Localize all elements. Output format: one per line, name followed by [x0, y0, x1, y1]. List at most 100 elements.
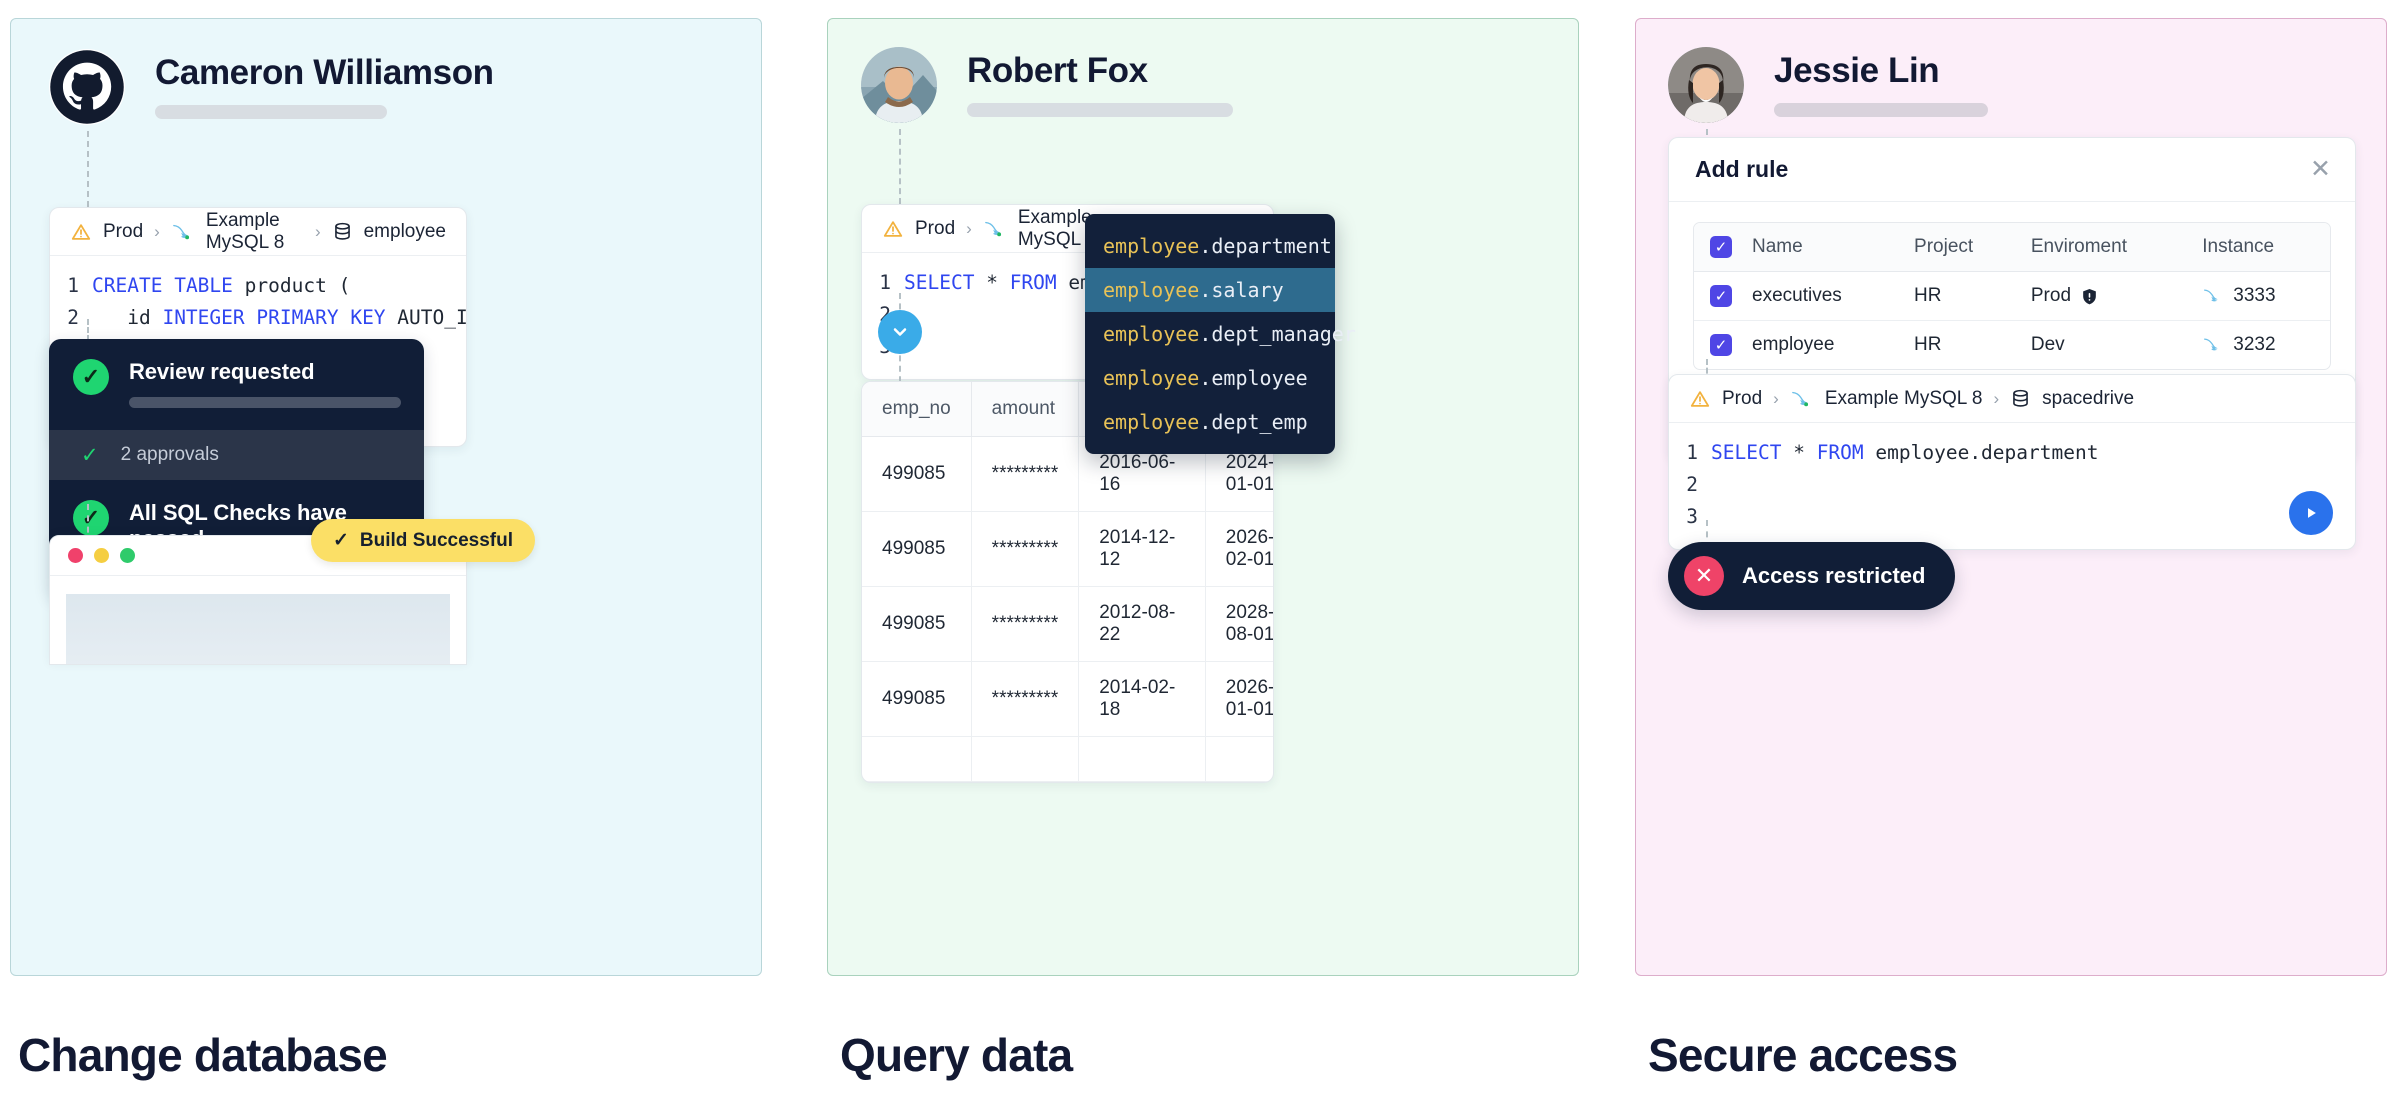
- breadcrumb-separator-2: ›: [1994, 389, 2000, 409]
- select-all-checkbox[interactable]: ✓: [1710, 236, 1732, 258]
- panel1-person-header: Cameron Williamson: [49, 49, 494, 125]
- autocomplete-option[interactable]: employee.dept_manager: [1085, 312, 1335, 356]
- column-header[interactable]: emp_no: [862, 382, 971, 437]
- breadcrumb-connection[interactable]: Example MySQL 8: [1825, 388, 1983, 410]
- table-row-skeleton: [862, 737, 1274, 782]
- access-restricted-label: Access restricted: [1742, 563, 1925, 589]
- cell-amount: *********: [971, 662, 1079, 737]
- review-subtitle-placeholder: [129, 397, 401, 408]
- autocomplete-dropdown[interactable]: employee.department employee.salary empl…: [1085, 214, 1335, 454]
- cell-amount: *********: [971, 437, 1079, 512]
- person-subtitle-placeholder: [967, 103, 1233, 117]
- breadcrumb-connection[interactable]: Example MySQL 8: [206, 210, 304, 254]
- chevron-down-icon[interactable]: [878, 310, 922, 354]
- dialog-title: Add rule: [1695, 156, 1788, 183]
- column-header-instance[interactable]: Instance: [2192, 223, 2330, 272]
- check-circle-icon: ✓: [73, 500, 109, 536]
- sql-code-editor[interactable]: 1SELECT * FROM employee.department 2 3: [1669, 423, 2355, 549]
- approvals-row: ✓ 2 approvals: [49, 430, 424, 480]
- rules-table-wrapper: ✓ Name Project Enviroment Instance ✓ exe…: [1693, 222, 2331, 370]
- review-title: Review requested: [129, 359, 401, 385]
- code-line: 3: [1669, 501, 2355, 533]
- row-checkbox[interactable]: ✓: [1710, 285, 1732, 307]
- check-icon: ✓: [333, 529, 349, 552]
- row-checkbox[interactable]: ✓: [1710, 334, 1732, 356]
- cell-from-date: 2014-02-18: [1079, 662, 1206, 737]
- breadcrumb-env[interactable]: Prod: [1722, 388, 1762, 410]
- cell-emp-no: 499085: [862, 437, 971, 512]
- window-maximize-dot[interactable]: [120, 548, 135, 563]
- rules-table: ✓ Name Project Enviroment Instance ✓ exe…: [1694, 223, 2330, 369]
- table-row: 499085 ********* 2012-08-22 2028-08-01: [862, 587, 1274, 662]
- window-minimize-dot[interactable]: [94, 548, 109, 563]
- breadcrumb-database[interactable]: employee: [364, 221, 446, 243]
- cell-from-date: 2012-08-22: [1079, 587, 1206, 662]
- warning-triangle-icon: [1689, 388, 1711, 410]
- cell-to-date: 2028-08-01: [1205, 587, 1274, 662]
- breadcrumb-database[interactable]: spacedrive: [2042, 388, 2134, 410]
- cell-project: HR: [1904, 321, 2021, 370]
- breadcrumb-env[interactable]: Prod: [103, 221, 143, 243]
- cell-environment: Prod: [2031, 285, 2071, 307]
- autocomplete-option-selected[interactable]: employee.salary: [1085, 268, 1335, 312]
- breadcrumb-separator-1: ›: [1773, 389, 1779, 409]
- preview-hero-image: [66, 594, 450, 665]
- cell-emp-no: 499085: [862, 662, 971, 737]
- caption-change-database: Change database: [18, 1028, 387, 1082]
- panel1-person-info: Cameron Williamson: [155, 55, 494, 119]
- breadcrumb-env[interactable]: Prod: [915, 218, 955, 240]
- code-line: 1SELECT * FROM employee.department: [1669, 437, 2355, 469]
- dialog-header: Add rule ✕: [1669, 138, 2355, 202]
- mysql-dolphin-icon: [171, 221, 195, 243]
- build-status-label: Build Successful: [360, 530, 513, 552]
- mysql-dolphin-icon: [1790, 388, 1814, 410]
- person-name: Robert Fox: [967, 53, 1233, 90]
- code-line: 2: [1669, 469, 2355, 501]
- check-circle-icon: ✓: [73, 359, 109, 395]
- column-header-project[interactable]: Project: [1904, 223, 2021, 272]
- cell-project: HR: [1904, 272, 2021, 321]
- cell-to-date: 2026-01-01: [1205, 662, 1274, 737]
- breadcrumb-separator-2: ›: [315, 222, 321, 242]
- breadcrumb: Prod › Example MySQL 8 › employee: [50, 208, 466, 256]
- approvals-label: 2 approvals: [121, 444, 219, 466]
- cell-to-date: 2026-02-01: [1205, 512, 1274, 587]
- column-header[interactable]: amount: [971, 382, 1079, 437]
- autocomplete-option[interactable]: employee.department: [1085, 224, 1335, 268]
- close-icon[interactable]: ✕: [2310, 157, 2331, 182]
- panel3-person-info: Jessie Lin: [1774, 53, 1988, 117]
- window-close-dot[interactable]: [68, 548, 83, 563]
- play-icon[interactable]: [2289, 491, 2333, 535]
- user-photo-avatar: [1668, 47, 1744, 123]
- panel3-person-header: Jessie Lin: [1668, 47, 1988, 123]
- person-subtitle-placeholder: [1774, 103, 1988, 117]
- table-row: 499085 ********* 2014-12-12 2026-02-01: [862, 512, 1274, 587]
- panel2-person-header: Robert Fox: [861, 47, 1233, 123]
- table-row: ✓ employee HR Dev 3232: [1694, 321, 2330, 370]
- review-requested-row: ✓ Review requested: [49, 339, 424, 430]
- column-header-name[interactable]: Name: [1742, 223, 1904, 272]
- caption-query-data: Query data: [840, 1028, 1072, 1082]
- database-icon: [332, 221, 353, 242]
- database-icon: [2010, 388, 2031, 409]
- person-name: Jessie Lin: [1774, 53, 1988, 90]
- cell-rule-name: executives: [1742, 272, 1904, 321]
- cell-from-date: 2014-12-12: [1079, 512, 1206, 587]
- autocomplete-option[interactable]: employee.employee: [1085, 356, 1335, 400]
- check-icon: ✓: [81, 445, 99, 466]
- sql-editor-card-panel3: Prod › Example MySQL 8 › spacedrive 1SEL…: [1668, 374, 2356, 550]
- person-subtitle-placeholder: [155, 105, 387, 119]
- cell-emp-no: 499085: [862, 587, 971, 662]
- autocomplete-option[interactable]: employee.dept_emp: [1085, 400, 1335, 444]
- column-header-environment[interactable]: Enviroment: [2021, 223, 2192, 272]
- mysql-dolphin-icon: [2202, 335, 2224, 355]
- user-photo-avatar: [861, 47, 937, 123]
- cell-rule-name: employee: [1742, 321, 1904, 370]
- person-name: Cameron Williamson: [155, 55, 494, 92]
- mysql-dolphin-icon: [983, 218, 1007, 240]
- connector-line: [87, 131, 89, 207]
- cell-instance: 3232: [2233, 334, 2275, 356]
- browser-content: [50, 576, 466, 665]
- breadcrumb-separator-1: ›: [154, 222, 160, 242]
- code-line: 1CREATE TABLE product (: [50, 270, 466, 302]
